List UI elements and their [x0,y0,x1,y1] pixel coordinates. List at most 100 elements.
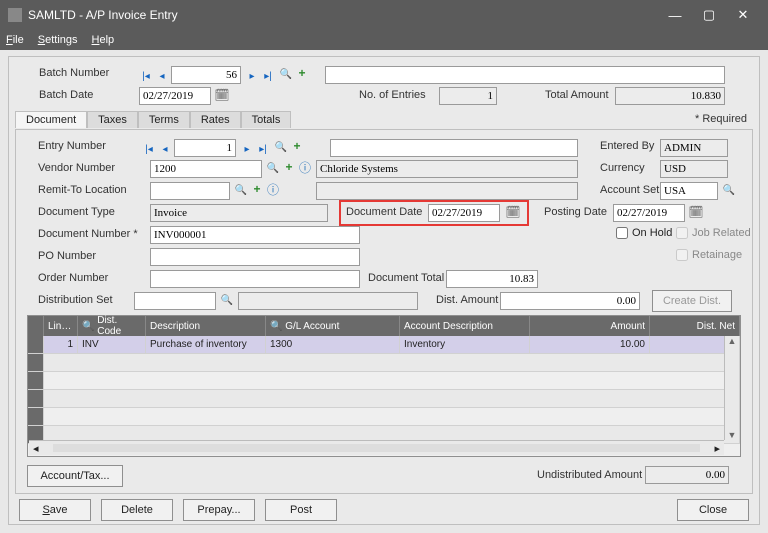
menu-help[interactable]: Help [92,34,115,46]
remit-find-icon[interactable] [234,183,248,197]
col-line: Lin… [44,316,78,336]
no-entries-value [439,87,497,105]
menu-bar: File Settings Help [0,30,768,50]
account-tax-button[interactable]: Account/Tax... [27,465,123,487]
order-number-input[interactable] [150,270,360,288]
document-number-input[interactable] [150,226,360,244]
entry-number-input[interactable] [174,139,236,157]
document-type-value[interactable] [150,204,328,222]
batch-find-icon[interactable] [279,67,293,81]
col-amount: Amount [530,316,650,336]
tab-strip: Document Taxes Terms Rates Totals [15,111,291,128]
tab-totals[interactable]: Totals [241,111,292,128]
document-total-label: Document Total [368,272,444,284]
order-number-label: Order Number [38,272,108,284]
on-hold-checkbox[interactable]: On Hold [616,227,672,239]
entered-by-value [660,139,728,157]
batch-date-label: Batch Date [39,89,93,101]
batch-date-calendar-icon[interactable]: 🗓 [215,88,229,102]
menu-settings[interactable]: Settings [38,34,78,46]
document-date-label: Document Date [346,206,422,218]
job-related-checkbox: Job Related [676,227,751,239]
account-set-input[interactable] [660,182,718,200]
vendor-name-value [316,160,578,178]
posting-date-input[interactable] [613,204,685,222]
entry-find-icon[interactable] [274,140,288,154]
batch-number-input[interactable] [171,66,241,84]
vendor-new-icon[interactable]: + [282,160,296,174]
main-panel: Batch Number |◂ ◂ ▸ ▸| + Batch Date 🗓 No… [8,56,760,525]
entry-new-icon[interactable]: + [290,139,304,153]
create-dist-button: Create Dist. [652,290,732,312]
search-icon [270,321,282,332]
close-window-button[interactable]: ✕ [726,0,760,30]
vendor-number-label: Vendor Number [38,162,115,174]
entry-last-icon[interactable]: ▸| [256,141,270,157]
batch-prev-icon[interactable]: ◂ [155,68,169,84]
col-dist-code: Dist. Code [78,316,146,336]
menu-file[interactable]: File [6,34,24,46]
document-number-label: Document Number * [38,228,138,240]
account-set-find-icon[interactable] [722,183,736,197]
grid-header: Lin… Dist. Code Description G/L Account … [28,316,740,336]
currency-value [660,160,728,178]
window-title: SAMLTD - A/P Invoice Entry [28,8,658,22]
entry-prev-icon[interactable]: ◂ [158,141,172,157]
distribution-set-find-icon[interactable] [220,293,234,307]
posting-date-label: Posting Date [544,206,607,218]
title-bar: SAMLTD - A/P Invoice Entry — ▢ ✕ [0,0,768,30]
grid-row-1[interactable]: 1 INV Purchase of inventory 1300 Invento… [28,336,740,354]
document-total-input[interactable] [446,270,538,288]
batch-last-icon[interactable]: ▸| [261,68,275,84]
batch-description-input[interactable] [325,66,725,84]
entry-description-input[interactable] [330,139,578,157]
tab-taxes[interactable]: Taxes [87,111,138,128]
prepay-button[interactable]: Prepay... [183,499,255,521]
search-icon [82,321,94,332]
total-amount-label: Total Amount [545,89,609,101]
app-icon [8,8,22,22]
maximize-button[interactable]: ▢ [692,0,726,30]
no-entries-label: No. of Entries [359,89,426,101]
vendor-number-input[interactable] [150,160,262,178]
grid-vscroll[interactable]: ▲▼ [724,336,739,440]
vendor-info-icon[interactable]: ⓘ [298,160,312,174]
vendor-find-icon[interactable] [266,161,280,175]
save-button[interactable]: SSaveave [19,499,91,521]
remit-name-value [316,182,578,200]
distribution-set-name [238,292,418,310]
po-number-input[interactable] [150,248,360,266]
col-dist-net: Dist. Net [650,316,740,336]
remit-to-input[interactable] [150,182,230,200]
posting-date-calendar-icon[interactable]: 🗓 [689,205,703,219]
entered-by-label: Entered By [600,140,654,152]
minimize-button[interactable]: — [658,0,692,30]
batch-first-icon[interactable]: |◂ [139,68,153,84]
undistributed-amount-label: Undistributed Amount [537,469,642,481]
remit-info-icon[interactable]: ⓘ [266,182,280,196]
distribution-set-input[interactable] [134,292,216,310]
grid-hscroll[interactable]: ◂▸ [29,440,724,455]
undistributed-amount-value [645,466,729,484]
account-set-label: Account Set [600,184,659,196]
document-date-input[interactable] [428,204,500,222]
remit-to-label: Remit-To Location [38,184,127,196]
currency-label: Currency [600,162,645,174]
close-button[interactable]: Close [677,499,749,521]
tab-terms[interactable]: Terms [138,111,190,128]
dist-amount-input[interactable] [500,292,640,310]
entry-next-icon[interactable]: ▸ [240,141,254,157]
document-date-calendar-icon[interactable]: 🗓 [506,205,520,219]
remit-new-icon[interactable]: + [250,182,264,196]
entry-first-icon[interactable]: |◂ [142,141,156,157]
distribution-grid[interactable]: Lin… Dist. Code Description G/L Account … [27,315,741,457]
required-label: * Required [695,113,747,125]
batch-date-input[interactable] [139,87,211,105]
tab-rates[interactable]: Rates [190,111,241,128]
batch-new-icon[interactable]: + [295,66,309,80]
delete-button[interactable]: Delete [101,499,173,521]
post-button[interactable]: Post [265,499,337,521]
batch-next-icon[interactable]: ▸ [245,68,259,84]
col-gl-account: G/L Account [266,316,400,336]
tab-document[interactable]: Document [15,111,87,128]
